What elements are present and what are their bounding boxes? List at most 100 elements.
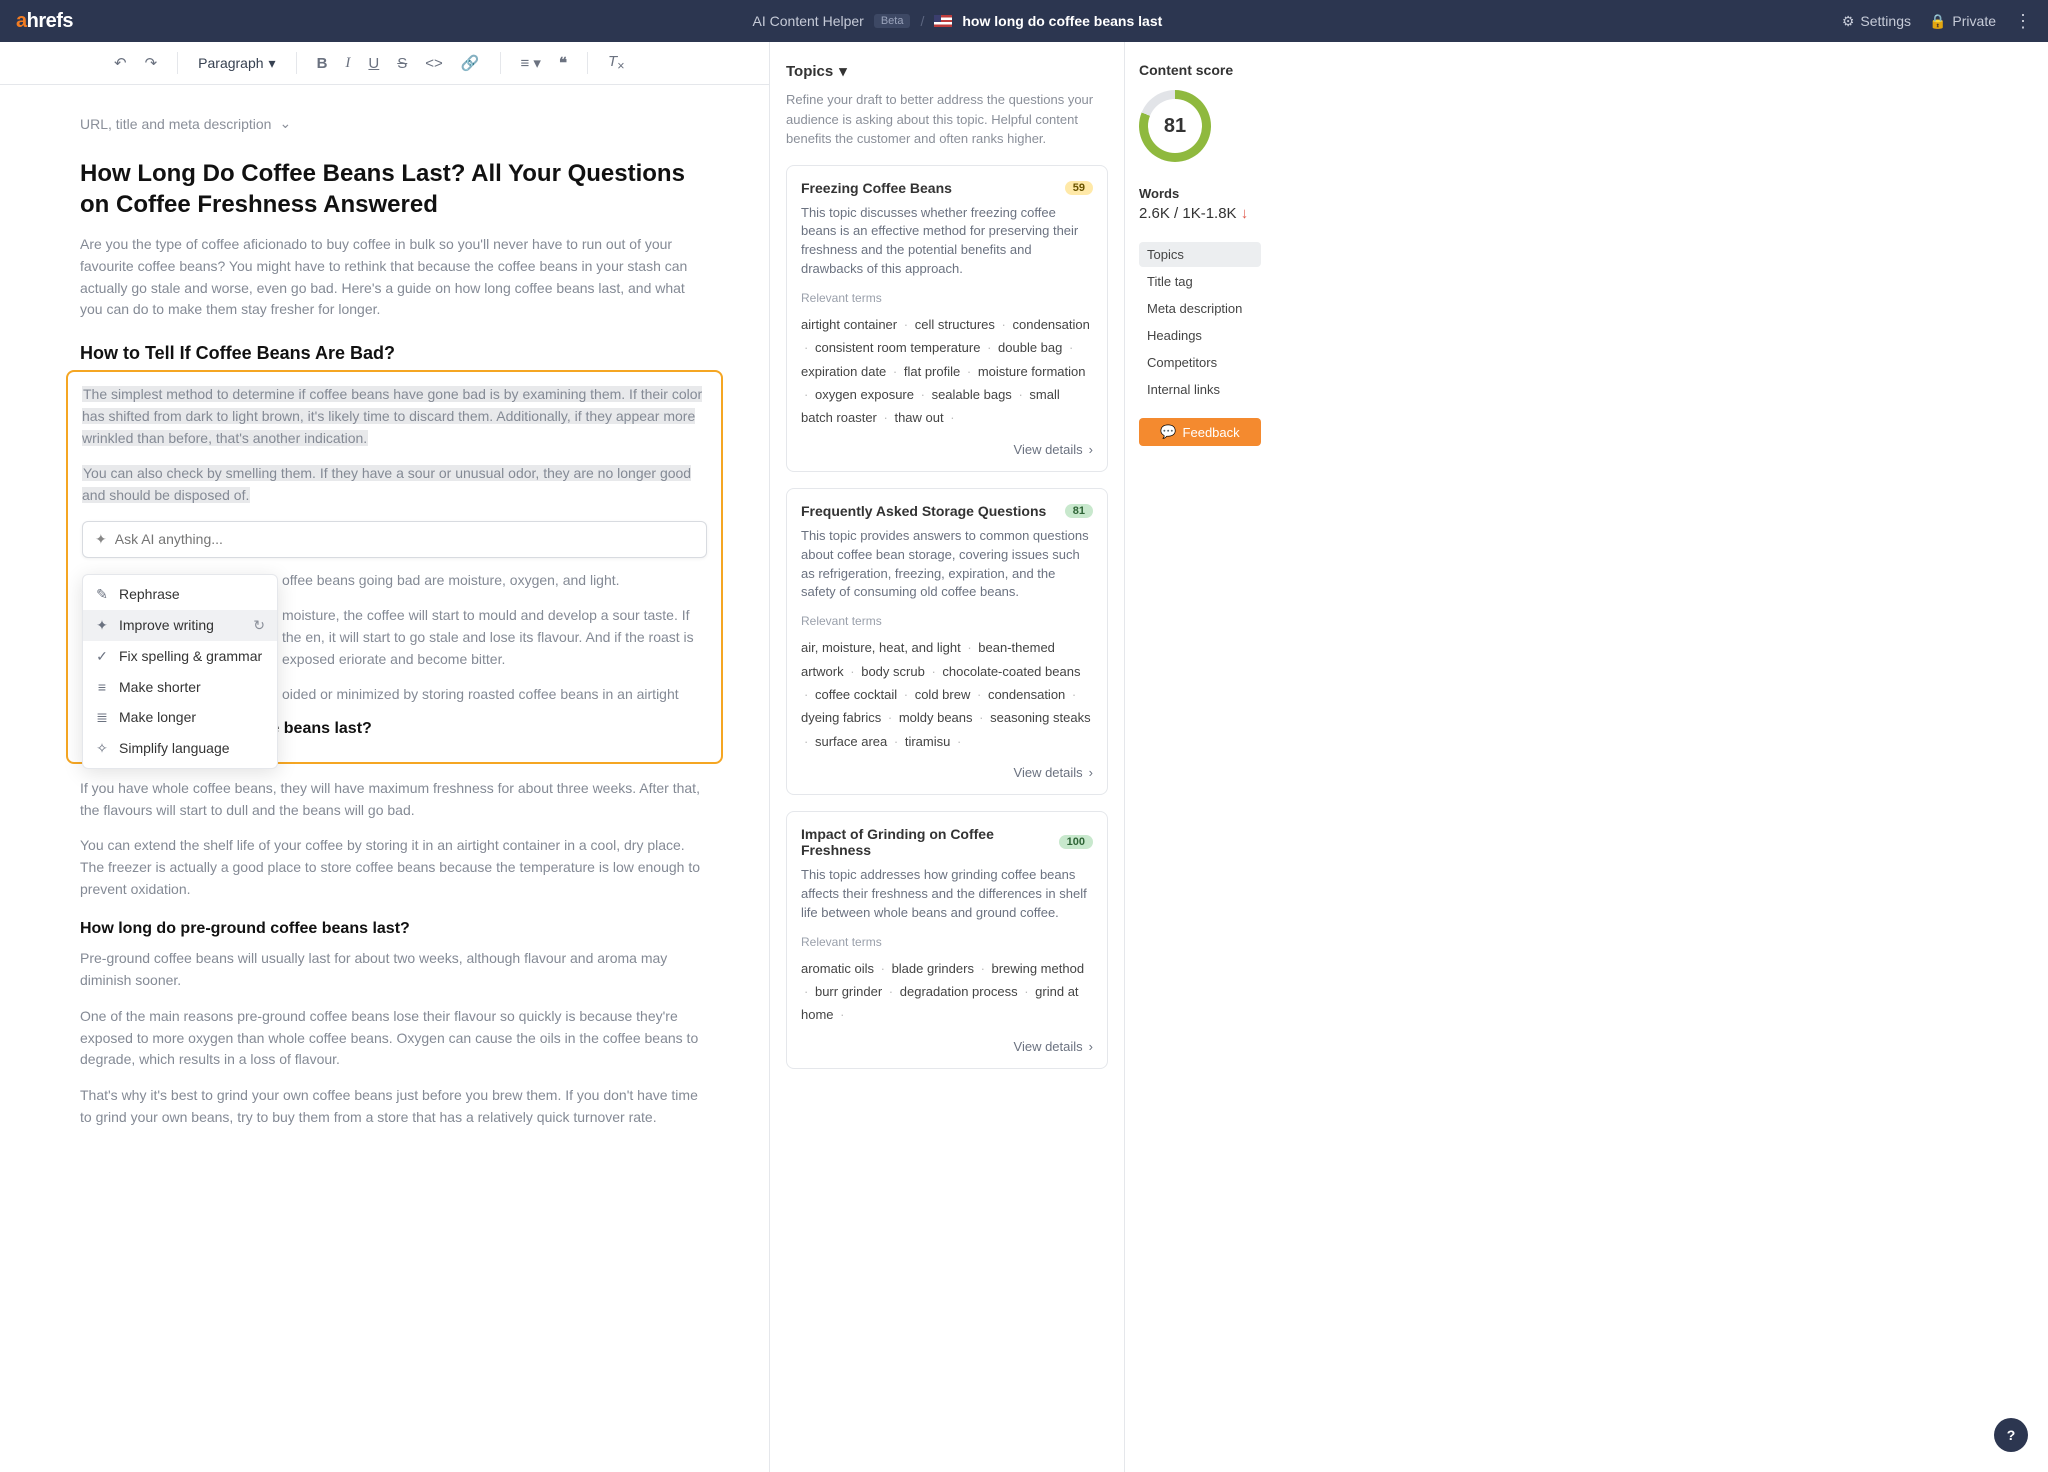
help-button[interactable]: ? — [1994, 1418, 2028, 1452]
more-menu-button[interactable]: ⋮ — [2014, 12, 2032, 30]
meta-expand[interactable]: URL, title and meta description ⌄ — [80, 115, 709, 132]
topic-card[interactable]: Impact of Grinding on Coffee Freshness 1… — [786, 811, 1108, 1069]
ai-suggestions-menu: ✎Rephrase ✦Improve writing↻ ✓Fix spellin… — [82, 574, 278, 769]
term: moldy beans — [899, 710, 973, 725]
term: seasoning steaks — [990, 710, 1090, 725]
view-details-link[interactable]: View details › — [801, 442, 1093, 457]
terms-list: airtight container · cell structures · c… — [801, 313, 1093, 430]
term: expiration date — [801, 364, 886, 379]
terms-list: air, moisture, heat, and light · bean-th… — [801, 636, 1093, 753]
nav-item-headings[interactable]: Headings — [1139, 323, 1261, 348]
term: air, moisture, heat, and light — [801, 640, 961, 655]
nav-item-competitors[interactable]: Competitors — [1139, 350, 1261, 375]
topic-description: This topic provides answers to common qu… — [801, 527, 1093, 602]
chevron-right-icon: › — [1089, 1039, 1093, 1054]
ai-rephrase[interactable]: ✎Rephrase — [83, 579, 277, 610]
view-details-link[interactable]: View details › — [801, 765, 1093, 780]
topic-title: Impact of Grinding on Coffee Freshness — [801, 826, 1059, 858]
link-button[interactable]: 🔗 — [461, 54, 480, 72]
view-details-link[interactable]: View details › — [801, 1039, 1093, 1054]
query-text[interactable]: how long do coffee beans last — [962, 13, 1162, 29]
chevron-right-icon: › — [1089, 765, 1093, 780]
content-score-label: Content score — [1139, 62, 1261, 78]
topic-card[interactable]: Freezing Coffee Beans 59 This topic disc… — [786, 165, 1108, 472]
block-format-select[interactable]: Paragraph ▾ — [198, 55, 275, 72]
term: consistent room temperature — [815, 340, 980, 355]
settings-button[interactable]: ⚙ Settings — [1842, 13, 1911, 30]
editor-column: ↶ ↷ Paragraph ▾ B I U S <> 🔗 ≡ ▾ — [0, 42, 770, 1472]
quote-button[interactable]: ❝ — [559, 54, 567, 73]
term: blade grinders — [892, 961, 974, 976]
shorter-icon: ≡ — [95, 679, 109, 695]
clear-format-button[interactable]: T× — [608, 53, 624, 73]
nav-item-topics[interactable]: Topics — [1139, 242, 1261, 267]
topic-card[interactable]: Frequently Asked Storage Questions 81 Th… — [786, 488, 1108, 795]
term: body scrub — [861, 664, 925, 679]
relevant-terms-label: Relevant terms — [801, 614, 1093, 628]
sparkle-icon: ✦ — [95, 617, 109, 634]
bold-button[interactable]: B — [317, 55, 328, 72]
chat-icon: 💬 — [1160, 424, 1176, 440]
topics-panel: Topics ▾ Refine your draft to better add… — [770, 42, 1125, 1472]
term: coffee cocktail — [815, 687, 897, 702]
topic-description: This topic addresses how grinding coffee… — [801, 866, 1093, 923]
ai-shorter[interactable]: ≡Make shorter — [83, 672, 277, 702]
undo-button[interactable]: ↶ — [114, 54, 127, 72]
paragraph[interactable]: offee beans going bad are moisture, oxyg… — [282, 570, 707, 592]
feedback-button[interactable]: 💬 Feedback — [1139, 418, 1261, 446]
topic-score-badge: 81 — [1065, 504, 1093, 518]
private-button[interactable]: 🔒 Private — [1929, 13, 1996, 30]
code-button[interactable]: <> — [425, 55, 443, 72]
longer-icon: ≣ — [95, 709, 109, 726]
paragraph[interactable]: oided or minimized by storing roasted co… — [282, 684, 707, 706]
nav-item-meta-description[interactable]: Meta description — [1139, 296, 1261, 321]
underline-button[interactable]: U — [368, 55, 379, 72]
sparkle-icon: ✦ — [95, 531, 107, 548]
term: aromatic oils — [801, 961, 874, 976]
ai-longer[interactable]: ≣Make longer — [83, 702, 277, 733]
lock-icon: 🔒 — [1929, 13, 1946, 30]
ai-input-wrap: ✦ — [82, 521, 707, 558]
ai-improve[interactable]: ✦Improve writing↻ — [83, 610, 277, 641]
chevron-down-icon: ▾ — [839, 62, 847, 80]
highlighted-paragraph[interactable]: You can also check by smelling them. If … — [82, 463, 707, 506]
topics-dropdown[interactable]: Topics ▾ — [786, 62, 1108, 80]
term: cold brew — [915, 687, 971, 702]
italic-button[interactable]: I — [345, 55, 350, 72]
heading-preground[interactable]: How long do pre-ground coffee beans last… — [80, 920, 709, 938]
us-flag-icon — [934, 15, 952, 27]
topic-title: Frequently Asked Storage Questions — [801, 503, 1046, 519]
paragraph[interactable]: One of the main reasons pre-ground coffe… — [80, 1006, 709, 1071]
heading-bad-beans[interactable]: How to Tell If Coffee Beans Are Bad? — [80, 343, 709, 364]
refresh-icon: ↻ — [253, 617, 265, 634]
intro-paragraph[interactable]: Are you the type of coffee aficionado to… — [80, 234, 709, 321]
beta-badge: Beta — [874, 14, 911, 28]
paragraph[interactable]: If you have whole coffee beans, they wil… — [80, 778, 709, 821]
paragraph[interactable]: moisture, the coffee will start to mould… — [282, 605, 707, 670]
paragraph[interactable]: You can extend the shelf life of your co… — [80, 835, 709, 900]
strike-button[interactable]: S — [397, 55, 407, 72]
align-button[interactable]: ≡ ▾ — [521, 54, 541, 72]
section-nav: TopicsTitle tagMeta descriptionHeadingsC… — [1139, 242, 1261, 402]
term: brewing method — [992, 961, 1085, 976]
simplify-icon: ✧ — [95, 740, 109, 757]
page-title[interactable]: How Long Do Coffee Beans Last? All Your … — [80, 158, 709, 220]
highlighted-paragraph[interactable]: The simplest method to determine if coff… — [82, 384, 707, 449]
logo[interactable]: ahrefs — [16, 10, 73, 33]
terms-list: aromatic oils · blade grinders · brewing… — [801, 957, 1093, 1027]
redo-button[interactable]: ↷ — [145, 54, 158, 72]
term: tiramisu — [905, 734, 951, 749]
topic-score-badge: 59 — [1065, 181, 1093, 195]
nav-item-internal-links[interactable]: Internal links — [1139, 377, 1261, 402]
paragraph[interactable]: Pre-ground coffee beans will usually las… — [80, 948, 709, 991]
term: oxygen exposure — [815, 387, 914, 402]
term: surface area — [815, 734, 887, 749]
paragraph[interactable]: That's why it's best to grind your own c… — [80, 1085, 709, 1128]
ai-prompt-input[interactable] — [115, 531, 694, 547]
nav-item-title-tag[interactable]: Title tag — [1139, 269, 1261, 294]
ai-fix-spelling[interactable]: ✓Fix spelling & grammar — [83, 641, 277, 672]
topic-score-badge: 100 — [1059, 835, 1093, 849]
term: burr grinder — [815, 984, 882, 999]
ai-simplify[interactable]: ✧Simplify language — [83, 733, 277, 764]
chevron-right-icon: › — [1089, 442, 1093, 457]
